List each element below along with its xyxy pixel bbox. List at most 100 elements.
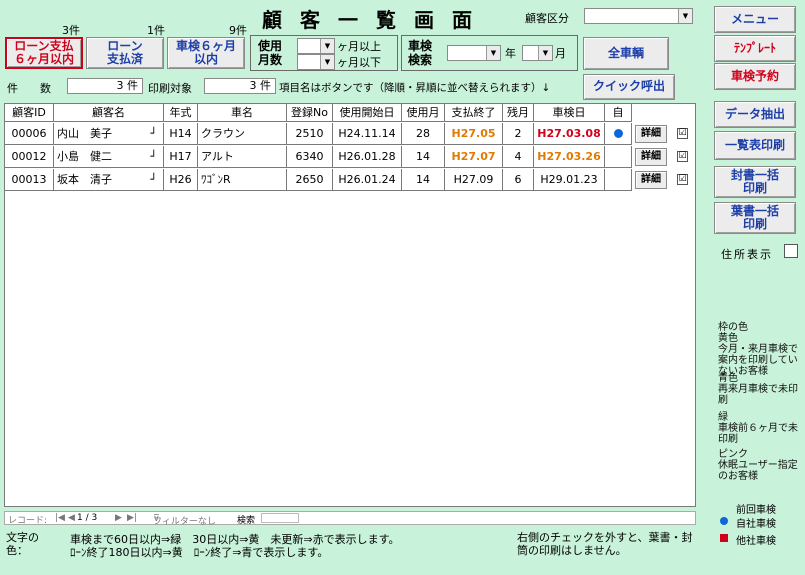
column-header-car[interactable]: 車名 <box>198 104 287 122</box>
cell-reg: 2510 <box>287 123 333 145</box>
table-row[interactable]: 00006 内山 美子 ┘ H14 クラウン 2510 H24.11.14 28 … <box>5 123 695 145</box>
menu-button[interactable]: メニュー <box>714 6 796 33</box>
inspect-month-select[interactable]: ▼ <box>522 45 553 61</box>
detail-button[interactable]: 詳細 <box>635 125 667 143</box>
footer-line-2: ﾛｰﾝ終了180日以内⇒黄 ﾛｰﾝ終了⇒青で表示します。 <box>70 546 329 559</box>
cell-payend: H27.05 <box>445 123 503 145</box>
inspect-year-select[interactable]: ▼ <box>447 45 501 61</box>
filter-label: フィルターなし <box>153 517 216 527</box>
customer-type-select[interactable]: ▼ <box>584 8 693 24</box>
all-cars-button[interactable]: 全車輌 <box>583 37 669 70</box>
template-button[interactable]: ﾃﾝﾌﾟﾚｰﾄ <box>714 35 796 62</box>
cell-year: H14 <box>164 123 198 145</box>
other-inspect-square-icon <box>720 534 728 542</box>
customer-name: 小島 健二 <box>57 150 112 163</box>
column-header-inspect[interactable]: 車検日 <box>534 104 605 122</box>
search-input[interactable] <box>261 513 299 523</box>
quick-call-button[interactable]: クイック呼出 <box>583 74 675 100</box>
own-inspect-dot-icon <box>720 517 728 525</box>
legend-frame-color: 枠の色 黄色 今月・来月車検で案内を印刷していないお客様 <box>718 322 798 377</box>
inspect-search-label: 車検 検索 <box>408 39 433 67</box>
cell-months: 14 <box>402 146 445 168</box>
cell-inspect: H27.03.26 <box>534 146 605 168</box>
cell-year: H26 <box>164 169 198 191</box>
column-header-remain[interactable]: 残月 <box>503 104 534 122</box>
postcard-print-button[interactable]: 葉書一括 印刷 <box>714 202 796 234</box>
usage-under-select[interactable]: ▼ <box>297 54 335 70</box>
cell-remain: 6 <box>503 169 534 191</box>
address-show-label: 住所表示 <box>721 248 773 261</box>
record-navigation: レコード: |◀ ◀ 1 / 3 ▶ ▶| ⊽ フィルターなし 検索 <box>4 511 696 527</box>
chevron-down-icon: ▼ <box>538 46 552 60</box>
table-row[interactable]: 00013 坂本 清子 ┘ H26 ﾜｺﾞﾝR 2650 H26.01.24 14… <box>5 169 695 191</box>
cell-months: 14 <box>402 169 445 191</box>
inspect-6-count: 9件 <box>229 24 247 37</box>
column-header-start[interactable]: 使用開始日 <box>333 104 402 122</box>
cell-own <box>605 123 632 145</box>
customer-name: 内山 美子 <box>57 127 112 140</box>
prev-record-icon[interactable]: ◀ <box>68 513 75 523</box>
cell-remain: 4 <box>503 146 534 168</box>
loan-6-button[interactable]: ローン支払 ６ヶ月以内 <box>5 37 83 69</box>
cell-remain: 2 <box>503 123 534 145</box>
customer-type-label: 顧客区分 <box>525 12 569 25</box>
usage-over-select[interactable]: ▼ <box>297 38 335 54</box>
cell-year: H17 <box>164 146 198 168</box>
cell-car: アルト <box>198 146 287 168</box>
usage-under-label: ヶ月以下 <box>337 56 381 69</box>
print-checkbox[interactable]: ☑ <box>677 128 688 139</box>
customer-name: 坂本 清子 <box>57 173 112 186</box>
corner-icon: ┘ <box>150 150 157 163</box>
column-header-payend[interactable]: 支払終了 <box>445 104 503 122</box>
data-extract-button[interactable]: データ抽出 <box>714 101 796 128</box>
next-record-icon[interactable]: ▶ <box>115 513 122 523</box>
last-record-icon[interactable]: ▶| <box>127 513 137 523</box>
address-show-checkbox[interactable] <box>784 244 798 258</box>
table-row[interactable]: 00012 小島 健二 ┘ H17 アルト 6340 H26.01.28 14 H… <box>5 146 695 168</box>
legend-pink: ピンク 休眠ユーザー指定のお客様 <box>718 449 798 482</box>
loan-6-count: 3件 <box>62 24 80 37</box>
print-checkbox[interactable]: ☑ <box>677 174 688 185</box>
first-record-icon[interactable]: |◀ <box>55 513 65 523</box>
detail-button[interactable]: 詳細 <box>635 171 667 189</box>
prev-inspect-label: 前回車検 <box>736 505 776 516</box>
inspect-reserve-button[interactable]: 車検予約 <box>714 63 796 90</box>
inspect-6-button[interactable]: 車検６ヶ月 以内 <box>167 37 245 69</box>
print-target-value: 3 件 <box>204 78 276 94</box>
cell-own <box>605 169 632 191</box>
cell-name: 小島 健二 ┘ <box>54 146 164 168</box>
cell-own <box>605 146 632 168</box>
envelope-print-button[interactable]: 封書一括 印刷 <box>714 166 796 198</box>
customer-table: 顧客ID 顧客名 年式 車名 登録No 使用開始日 使用月 支払終了 残月 車検… <box>4 103 696 507</box>
cell-name: 内山 美子 ┘ <box>54 123 164 145</box>
chevron-down-icon: ▼ <box>678 9 692 23</box>
sort-hint: 項目名はボタンです（降順・昇順に並べ替えられます）↓ <box>279 82 551 94</box>
cell-reg: 6340 <box>287 146 333 168</box>
other-inspect-label: 他社車検 <box>736 536 776 547</box>
column-header-own[interactable]: 自 <box>605 104 632 122</box>
cell-payend: H27.09 <box>445 169 503 191</box>
list-print-button[interactable]: 一覧表印刷 <box>714 131 796 160</box>
month-label: 月 <box>555 47 566 60</box>
chevron-down-icon: ▼ <box>320 55 334 69</box>
print-checkbox[interactable]: ☑ <box>677 151 688 162</box>
column-header-year[interactable]: 年式 <box>164 104 198 122</box>
usage-months-label: 使用 月数 <box>258 39 283 67</box>
cell-payend: H27.07 <box>445 146 503 168</box>
column-header-reg[interactable]: 登録No <box>287 104 333 122</box>
record-position[interactable]: 1 / 3 <box>77 513 97 523</box>
loan-done-button[interactable]: ローン 支払済 <box>86 37 164 69</box>
cell-id: 00013 <box>5 169 54 191</box>
print-target-label: 印刷対象 <box>148 82 192 95</box>
legend-green: 緑 車検前６ヶ月で未印刷 <box>718 412 798 445</box>
search-label: 検索 <box>237 516 256 526</box>
detail-button[interactable]: 詳細 <box>635 148 667 166</box>
column-header-id[interactable]: 顧客ID <box>5 104 54 122</box>
page-title: 顧客一覧画面 <box>262 8 490 32</box>
cell-id: 00006 <box>5 123 54 145</box>
column-header-months[interactable]: 使用月 <box>402 104 445 122</box>
cell-inspect: H27.03.08 <box>534 123 605 145</box>
chevron-down-icon: ▼ <box>320 39 334 53</box>
column-header-name[interactable]: 顧客名 <box>54 104 164 122</box>
cell-start: H26.01.24 <box>333 169 402 191</box>
